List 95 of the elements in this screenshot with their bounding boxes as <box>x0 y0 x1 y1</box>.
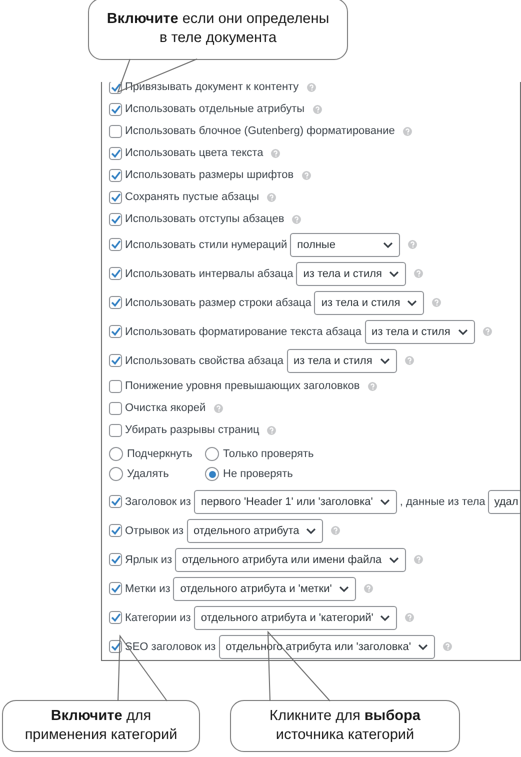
callout-text: Кликните для выбора источника категорий <box>270 707 420 745</box>
checkbox[interactable] <box>109 124 122 138</box>
option-label: Привязывать документ к контенту <box>125 82 299 93</box>
checkbox[interactable] <box>109 424 122 436</box>
chevron-icon <box>338 586 349 592</box>
option-label: Понижение уровня превышающих заголовков <box>125 380 360 392</box>
help-icon[interactable] <box>302 170 311 180</box>
dropdown[interactable]: отдельного атрибута <box>186 518 324 542</box>
chevron-icon <box>458 328 468 334</box>
option-label: Ярлык из <box>125 554 172 566</box>
callout-text: Включите для применения категорий <box>24 707 178 745</box>
option-label: Очистка якорей <box>125 402 206 414</box>
help-icon[interactable] <box>331 526 340 535</box>
chevron-icon <box>389 270 400 276</box>
option-label: Использовать свойства абзаца <box>125 354 284 366</box>
option-label: Сохранять пустые абзацы <box>125 191 260 203</box>
radio-label: Не проверять <box>223 468 293 480</box>
checkbox[interactable] <box>109 238 122 251</box>
option-label: Использовать цвета текста <box>125 147 264 159</box>
option-label: Метки из <box>125 582 170 594</box>
chevron-icon <box>418 644 428 650</box>
option-label: Использовать отступы абзацев <box>125 213 284 225</box>
checkbox[interactable] <box>109 82 122 94</box>
option-label: Заголовок из <box>125 496 191 508</box>
help-icon[interactable] <box>312 104 322 114</box>
checkbox[interactable] <box>109 102 122 116</box>
help-icon[interactable] <box>306 82 316 92</box>
option-label: Использовать отдельные атрибуты <box>125 103 305 115</box>
option-label: Убирать разрывы страниц <box>125 424 260 436</box>
radio-label: Только проверять <box>223 448 314 460</box>
checkbox[interactable] <box>109 553 122 566</box>
option-label: Использовать интервалы абзаца <box>125 268 294 280</box>
checkbox[interactable] <box>109 611 122 624</box>
chevron-icon <box>388 556 399 562</box>
dropdown[interactable]: из тела и стиля <box>286 348 397 372</box>
option-label: Использовать форматирование текста абзаца <box>125 326 362 338</box>
checkbox[interactable] <box>109 354 122 367</box>
dropdown[interactable]: отдельного атрибута и 'категорий' <box>194 606 398 630</box>
help-icon[interactable] <box>405 613 414 622</box>
checkbox[interactable] <box>109 212 122 226</box>
dropdown[interactable]: из тела и стиля <box>364 320 475 344</box>
radio-button[interactable] <box>109 467 123 481</box>
checkbox[interactable] <box>109 582 122 595</box>
help-icon[interactable] <box>292 214 302 224</box>
dropdown[interactable]: полные <box>290 232 400 256</box>
checkbox[interactable] <box>109 524 122 537</box>
chevron-icon <box>380 614 390 620</box>
dropdown[interactable]: из тела и стиля <box>314 290 424 314</box>
option-label: Использовать размеры шрифтов <box>125 169 294 181</box>
chevron-icon <box>383 242 394 248</box>
checkbox[interactable] <box>109 495 122 508</box>
option-label: Использовать стили нумераций <box>125 238 288 250</box>
help-icon[interactable] <box>267 192 276 202</box>
help-icon[interactable] <box>408 240 418 249</box>
option-label: Использовать размер строки абзаца <box>125 296 312 308</box>
option-label: , данные из тела <box>400 496 486 508</box>
radio-button[interactable] <box>205 447 219 461</box>
callout-text: Включите если они определены в теле документа <box>106 10 330 48</box>
help-icon[interactable] <box>404 356 414 365</box>
option-label: Отрывок из <box>125 524 184 536</box>
chevron-icon <box>380 498 390 504</box>
chevron-icon <box>407 300 418 306</box>
checkbox[interactable] <box>109 267 122 280</box>
help-icon[interactable] <box>414 555 423 564</box>
help-icon[interactable] <box>442 642 452 651</box>
chevron-icon <box>306 528 316 534</box>
checkbox[interactable] <box>109 146 122 160</box>
option-label: Использовать блочное (Gutenberg) форматирование <box>125 125 395 137</box>
help-icon[interactable] <box>214 404 223 412</box>
option-label: Категории из <box>125 612 191 624</box>
help-icon[interactable] <box>368 382 377 390</box>
checkbox[interactable] <box>109 296 122 309</box>
help-icon[interactable] <box>432 298 442 307</box>
dropdown[interactable]: из тела и стиля <box>296 262 406 286</box>
checkbox[interactable] <box>109 640 122 653</box>
help-icon[interactable] <box>364 584 373 593</box>
checkbox[interactable] <box>109 190 122 204</box>
dropdown[interactable]: отдельного атрибута или имени файла <box>175 548 406 572</box>
help-icon[interactable] <box>271 148 280 158</box>
help-icon[interactable] <box>402 126 412 136</box>
help-icon[interactable] <box>482 327 492 336</box>
help-icon[interactable] <box>414 269 424 278</box>
radio-label: Подчеркнуть <box>127 448 192 460</box>
radio-button[interactable] <box>109 447 123 461</box>
checkbox[interactable] <box>109 402 122 414</box>
checkbox[interactable] <box>109 380 122 392</box>
dropdown[interactable]: удал <box>488 490 520 514</box>
dropdown[interactable]: первого 'Header 1' или 'заголовка' <box>194 490 397 514</box>
help-icon[interactable] <box>267 426 276 434</box>
checkbox[interactable] <box>109 325 122 338</box>
dropdown[interactable]: отдельного атрибута и 'метки' <box>173 576 356 600</box>
radio-label: Удалять <box>127 468 169 480</box>
radio-button[interactable] <box>205 467 219 481</box>
chevron-icon <box>380 358 390 364</box>
checkbox[interactable] <box>109 168 122 182</box>
